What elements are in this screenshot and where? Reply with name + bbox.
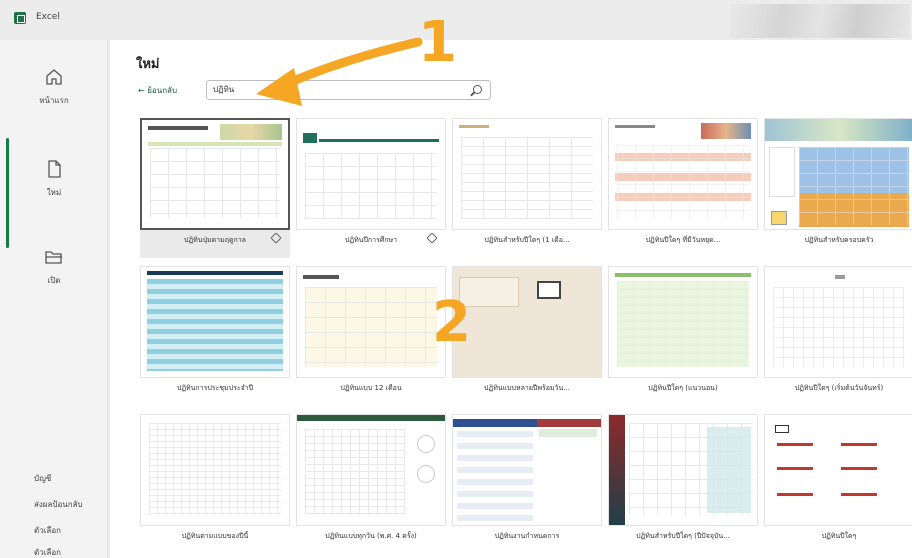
template-thumbnail	[608, 118, 758, 230]
template-thumbnail	[140, 266, 290, 378]
template-caption: ปฏิทินสำหรับครอบครัว	[804, 236, 874, 244]
template-card[interactable]: ปฏิทินปีใดๆ	[764, 414, 912, 554]
back-button[interactable]: ← ย้อนกลับ	[138, 84, 177, 97]
template-card[interactable]: ปฏิทินแบบหลายปีพร้อมวัน...	[452, 266, 602, 406]
template-caption: ปฏิทินงานกำหนดการ	[494, 532, 560, 540]
template-card[interactable]: ปฏิทินสำหรับปีใดๆ (ปีปัจจุบัน...	[608, 414, 758, 554]
template-thumbnail	[140, 414, 290, 526]
excel-icon	[14, 12, 26, 24]
template-thumbnail	[296, 118, 446, 230]
template-thumbnail	[608, 266, 758, 378]
template-caption: ปฏิทินแบบหลายปีพร้อมวัน...	[484, 384, 570, 392]
template-caption: ปฏิทินสำหรับปีใดๆ (ปีปัจจุบัน...	[636, 532, 730, 540]
template-thumbnail	[764, 414, 912, 526]
template-thumbnail	[764, 118, 912, 230]
open-folder-icon	[43, 246, 65, 268]
template-thumbnail	[296, 266, 446, 378]
template-caption: ปฏิทินปีใดๆ	[821, 532, 857, 540]
template-caption: ปฏิทินปุ่มตามฤดูกาล	[184, 236, 246, 244]
template-card[interactable]: ปฏิทินแบบทุกวัน (พ.ศ. 4 ครั้ง)	[296, 414, 446, 554]
nav-options-2[interactable]: ตัวเลือก	[34, 546, 61, 558]
blurred-account-area	[730, 4, 910, 38]
nav-options[interactable]: ตัวเลือก	[34, 524, 61, 537]
template-thumbnail	[764, 266, 912, 378]
template-caption: ปฏิทินแบบทุกวัน (พ.ศ. 4 ครั้ง)	[325, 532, 417, 540]
template-card[interactable]: ปฏิทินแบบ 12 เดือน	[296, 266, 446, 406]
template-card[interactable]: ปฏิทินปีใดๆ (แนวนอน)	[608, 266, 758, 406]
search-icon[interactable]	[473, 85, 482, 94]
template-card[interactable]: ปฏิทินปีการศึกษา	[296, 118, 446, 258]
template-card[interactable]: ปฏิทินการประชุมประจำปี	[140, 266, 290, 406]
nav-home-label: หน้าแรก	[39, 96, 69, 105]
template-card[interactable]: ปฏิทินสำหรับปีใดๆ (1 เดือ...	[452, 118, 602, 258]
backstage-nav: หน้าแรก ใหม่ เปิด บัญชี ส่งผลป้อนกลับ ตั…	[0, 40, 108, 558]
template-caption: ปฏิทินปีการศึกษา	[344, 236, 398, 244]
template-card[interactable]: ปฏิทินปีใดๆ (เริ่มต้นวันจันทร์)	[764, 266, 912, 406]
template-thumbnail	[452, 266, 602, 378]
nav-account[interactable]: บัญชี	[34, 472, 51, 485]
annotation-number-2: 2	[432, 290, 471, 355]
template-thumbnail	[452, 118, 602, 230]
template-caption: ปฏิทินสำหรับปีใดๆ (1 เดือ...	[484, 236, 570, 244]
template-card[interactable]: ปฏิทินปุ่มตามฤดูกาล	[140, 118, 290, 258]
annotation-number-1: 1	[418, 10, 457, 75]
template-caption: ปฏิทินปีใดๆ (เริ่มต้นวันจันทร์)	[794, 384, 884, 392]
nav-open-label: เปิด	[47, 276, 61, 285]
template-card[interactable]: ปฏิทินสำหรับครอบครัว	[764, 118, 912, 258]
main-panel: ใหม่ ← ย้อนกลับ ปฏิทินปุ่มตามฤดูกาล ปฏิท…	[110, 40, 912, 558]
nav-home[interactable]: หน้าแรก	[0, 66, 108, 126]
template-thumbnail	[140, 118, 290, 230]
template-card[interactable]: ปฏิทินตามแบบของปีนี้	[140, 414, 290, 554]
template-caption: ปฏิทินตามแบบของปีนี้	[181, 532, 249, 540]
new-file-icon	[43, 158, 65, 180]
home-icon	[43, 66, 65, 88]
template-thumbnail	[452, 414, 602, 526]
nav-new-label: ใหม่	[46, 188, 62, 197]
template-thumbnail	[608, 414, 758, 526]
app-title: Excel	[36, 12, 60, 22]
page-title: ใหม่	[136, 57, 160, 72]
template-card[interactable]: ปฏิทินงานกำหนดการ	[452, 414, 602, 554]
template-caption: ปฏิทินปีใดๆ ที่มีวันหยุด...	[645, 236, 721, 244]
nav-new[interactable]: ใหม่	[0, 158, 108, 218]
template-caption: ปฏิทินแบบ 12 เดือน	[340, 384, 402, 392]
nav-open[interactable]: เปิด	[0, 246, 108, 306]
template-thumbnail	[296, 414, 446, 526]
template-card[interactable]: ปฏิทินปีใดๆ ที่มีวันหยุด...	[608, 118, 758, 258]
template-caption: ปฏิทินปีใดๆ (แนวนอน)	[648, 384, 718, 392]
nav-feedback[interactable]: ส่งผลป้อนกลับ	[34, 498, 83, 511]
template-caption: ปฏิทินการประชุมประจำปี	[176, 384, 254, 392]
